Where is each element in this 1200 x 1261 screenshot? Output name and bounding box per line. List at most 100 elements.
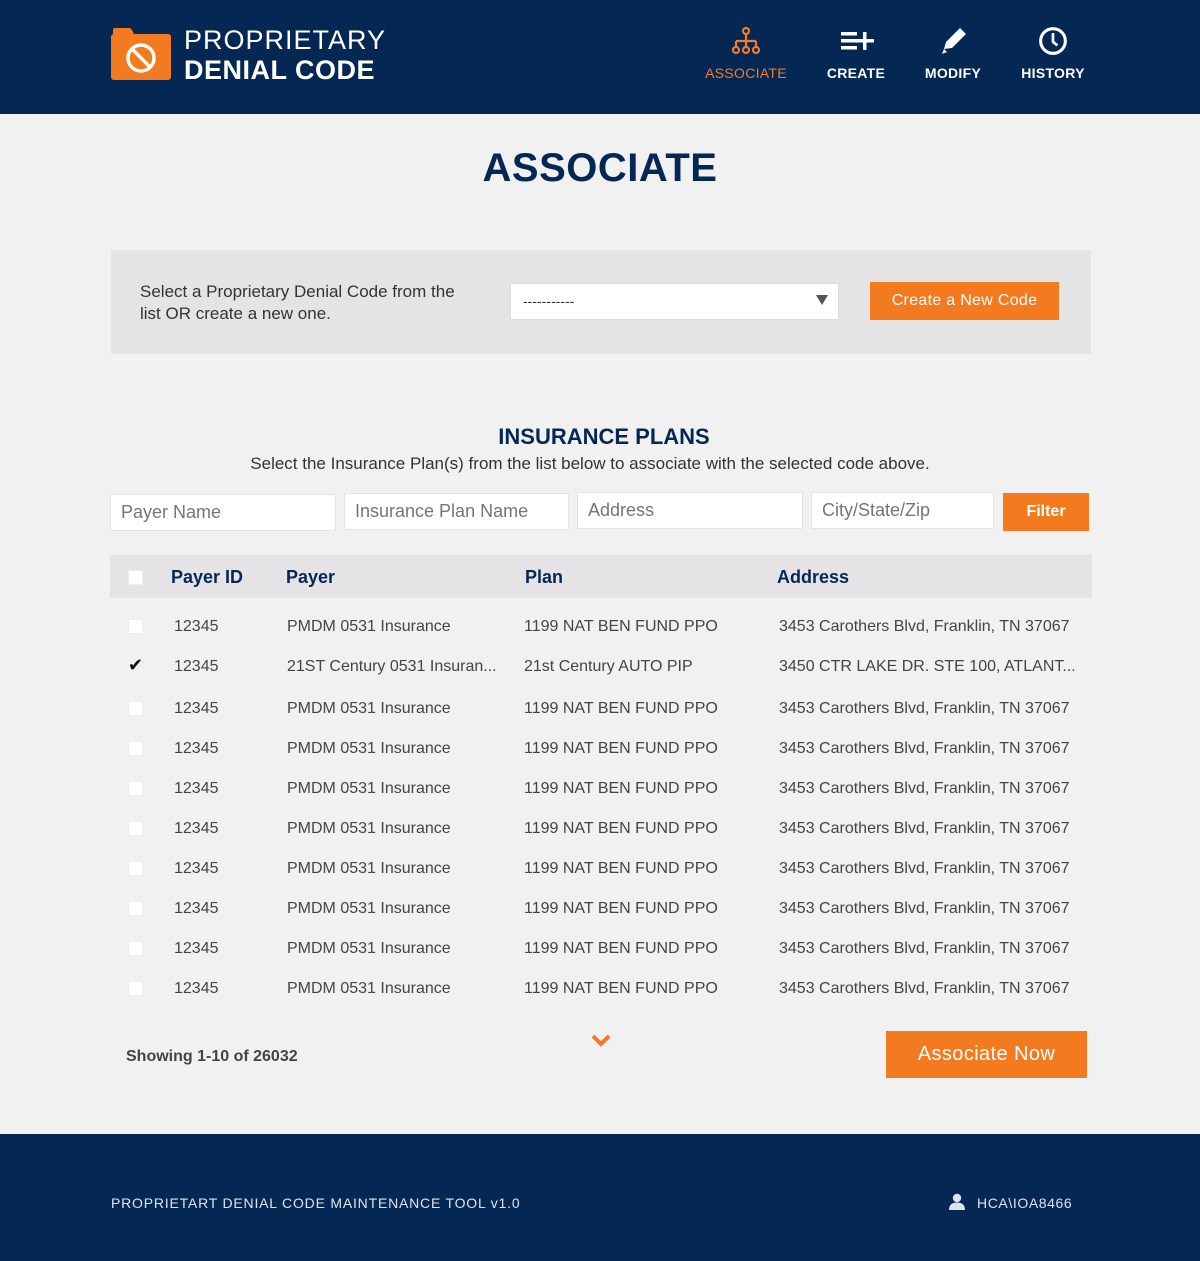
cell-payer-id: 12345: [174, 980, 219, 997]
row-checkbox[interactable]: [128, 741, 143, 756]
row-checkbox[interactable]: [128, 861, 143, 876]
plan-name-filter[interactable]: [344, 493, 569, 530]
nav-create[interactable]: CREATE: [801, 26, 911, 81]
row-checkbox[interactable]: [128, 981, 143, 996]
user-icon: [949, 1193, 965, 1210]
associate-now-button[interactable]: Associate Now: [886, 1031, 1087, 1078]
cell-plan: 1199 NAT BEN FUND PPO: [524, 740, 718, 757]
checkmark-icon: ✔: [128, 655, 144, 676]
dropdown-arrow-icon: [816, 295, 828, 305]
cell-plan: 1199 NAT BEN FUND PPO: [524, 980, 718, 997]
table-row[interactable]: 12345 PMDM 0531 Insurance 1199 NAT BEN FUN…: [110, 808, 1092, 848]
table-row[interactable]: 12345 PMDM 0531 Insurance 1199 NAT BEN FUN…: [110, 728, 1092, 768]
cell-plan: 1199 NAT BEN FUND PPO: [524, 860, 718, 877]
cell-payer: PMDM 0531 Insurance: [287, 820, 451, 837]
page-title: ASSOCIATE: [482, 146, 718, 190]
select-all-checkbox[interactable]: [128, 570, 143, 585]
cell-plan: 21st Century AUTO PIP: [524, 658, 693, 675]
nav-associate[interactable]: ASSOCIATE: [691, 26, 801, 81]
footer: PROPRIETART DENIAL CODE MAINTENANCE TOOL…: [0, 1134, 1200, 1261]
address-filter[interactable]: [577, 492, 803, 529]
filter-button[interactable]: Filter: [1003, 493, 1089, 531]
cell-payer-id: 12345: [174, 900, 219, 917]
cell-payer: PMDM 0531 Insurance: [287, 618, 451, 635]
hierarchy-icon: [731, 26, 761, 55]
cell-payer-id: 12345: [174, 740, 219, 757]
insurance-plans-subtitle: Select the Insurance Plan(s) from the li…: [250, 454, 930, 473]
list-add-icon: [841, 32, 874, 50]
row-checkbox[interactable]: [128, 619, 143, 634]
footer-tool-name: PROPRIETART DENIAL CODE MAINTENANCE TOOL…: [111, 1195, 521, 1211]
table-row[interactable]: 12345 PMDM 0531 Insurance 1199 NAT BEN FUN…: [110, 768, 1092, 808]
logo-line-2: DENIAL CODE: [184, 55, 376, 85]
row-checkbox[interactable]: [128, 821, 143, 836]
table-row[interactable]: 12345 PMDM 0531 Insurance 1199 NAT BEN FUN…: [110, 888, 1092, 928]
nav-associate-label: ASSOCIATE: [705, 65, 787, 81]
payer-name-filter[interactable]: [110, 494, 336, 531]
cell-address: 3453 Carothers Blvd, Franklin, TN 37067: [779, 820, 1070, 837]
clock-icon: [1039, 27, 1067, 55]
row-checkbox[interactable]: [128, 941, 143, 956]
row-checkbox[interactable]: [128, 781, 143, 796]
table-row[interactable]: ✔ 12345 21ST Century 0531 Insuran... 21st C…: [110, 646, 1092, 686]
dropdown-selected-value: -----------: [523, 293, 575, 309]
cell-address: 3453 Carothers Blvd, Franklin, TN 37067: [779, 780, 1070, 797]
row-checkbox[interactable]: ✔: [128, 655, 143, 676]
cell-payer: 21ST Century 0531 Insuran...: [287, 658, 497, 675]
table-row[interactable]: 12345 PMDM 0531 Insurance 1199 NAT BEN FUN…: [110, 968, 1092, 1008]
code-select-instruction: Select a Proprietary Denial Code from th…: [140, 282, 455, 323]
cell-payer-id: 12345: [174, 860, 219, 877]
cell-address: 3453 Carothers Blvd, Franklin, TN 37067: [779, 860, 1070, 877]
current-user[interactable]: HCA\IOA8466: [977, 1195, 1072, 1211]
table-row[interactable]: 12345 PMDM 0531 Insurance 1199 NAT BEN FUN…: [110, 606, 1092, 646]
nav-history-label: HISTORY: [1021, 65, 1085, 81]
table-row[interactable]: 12345 PMDM 0531 Insurance 1199 NAT BEN FUN…: [110, 928, 1092, 968]
cell-address: 3453 Carothers Blvd, Franklin, TN 37067: [779, 940, 1070, 957]
cell-address: 3453 Carothers Blvd, Franklin, TN 37067: [779, 618, 1070, 635]
cell-payer: PMDM 0531 Insurance: [287, 700, 451, 717]
cell-payer-id: 12345: [174, 780, 219, 797]
pencil-icon: [942, 28, 966, 54]
chevron-down-icon[interactable]: [590, 1032, 612, 1048]
column-header-plan[interactable]: Plan: [525, 567, 563, 588]
insurance-plans-title: INSURANCE PLANS: [498, 424, 710, 449]
column-header-payer[interactable]: Payer: [286, 567, 335, 588]
row-checkbox[interactable]: [128, 701, 143, 716]
nav-modify[interactable]: MODIFY: [898, 26, 1008, 81]
app-logo-text[interactable]: PROPRIETARY DENIAL CODE: [184, 27, 386, 84]
create-new-code-button[interactable]: Create a New Code: [870, 282, 1059, 320]
cell-plan: 1199 NAT BEN FUND PPO: [524, 618, 718, 635]
cell-payer-id: 12345: [174, 820, 219, 837]
city-state-zip-filter[interactable]: [811, 492, 994, 529]
cell-payer: PMDM 0531 Insurance: [287, 740, 451, 757]
table-row[interactable]: 12345 PMDM 0531 Insurance 1199 NAT BEN FUN…: [110, 688, 1092, 728]
table-row[interactable]: 12345 PMDM 0531 Insurance 1199 NAT BEN FUN…: [110, 848, 1092, 888]
nav-create-label: CREATE: [826, 65, 886, 81]
plans-table-header: Payer ID Payer Plan Address: [110, 555, 1092, 598]
denial-code-dropdown[interactable]: -----------: [510, 283, 839, 320]
cell-payer: PMDM 0531 Insurance: [287, 780, 451, 797]
cell-payer: PMDM 0531 Insurance: [287, 940, 451, 957]
row-checkbox[interactable]: [128, 901, 143, 916]
cell-payer: PMDM 0531 Insurance: [287, 900, 451, 917]
cell-address: 3453 Carothers Blvd, Franklin, TN 37067: [779, 700, 1070, 717]
top-header: PROPRIETARY DENIAL CODE ASSOCIATE CREATE…: [0, 0, 1200, 114]
pagination-count: Showing 1-10 of 26032: [126, 1048, 298, 1065]
column-header-address[interactable]: Address: [777, 567, 849, 588]
cell-plan: 1199 NAT BEN FUND PPO: [524, 820, 718, 837]
nav-history[interactable]: HISTORY: [998, 26, 1108, 81]
denial-folder-logo-icon[interactable]: [111, 26, 171, 80]
column-header-payer-id[interactable]: Payer ID: [171, 567, 243, 588]
cell-payer-id: 12345: [174, 618, 219, 635]
cell-address: 3453 Carothers Blvd, Franklin, TN 37067: [779, 980, 1070, 997]
cell-payer: PMDM 0531 Insurance: [287, 980, 451, 997]
cell-payer-id: 12345: [174, 700, 219, 717]
cell-plan: 1199 NAT BEN FUND PPO: [524, 780, 718, 797]
cell-address: 3450 CTR LAKE DR. STE 100, ATLANT...: [779, 658, 1076, 675]
cell-address: 3453 Carothers Blvd, Franklin, TN 37067: [779, 900, 1070, 917]
cell-plan: 1199 NAT BEN FUND PPO: [524, 900, 718, 917]
cell-plan: 1199 NAT BEN FUND PPO: [524, 940, 718, 957]
cell-payer-id: 12345: [174, 940, 219, 957]
code-select-panel: Select a Proprietary Denial Code from th…: [111, 250, 1091, 354]
cell-payer-id: 12345: [174, 658, 219, 675]
